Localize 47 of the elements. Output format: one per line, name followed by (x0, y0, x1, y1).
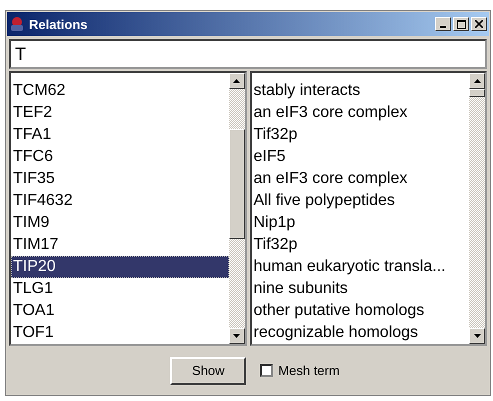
list-item[interactable]: nine subunits (252, 278, 469, 300)
minimize-button[interactable] (435, 17, 451, 31)
list-item[interactable]: human eukaryotic transla... (252, 256, 469, 278)
list-item[interactable]: other putative homologs (252, 300, 469, 322)
list-item[interactable]: TFA1 (11, 124, 228, 146)
maximize-icon (456, 20, 466, 28)
checkbox[interactable] (260, 364, 274, 377)
down-arrow-icon (474, 334, 480, 338)
list-item[interactable]: TEF2 (11, 102, 228, 124)
list-item[interactable]: an eIF3 core complex (252, 168, 469, 190)
list-item[interactable]: eIF5 (252, 146, 469, 168)
list-item[interactable]: TOF1 (11, 322, 228, 344)
up-arrow-icon (474, 79, 480, 83)
list-item[interactable]: an eIF3 core complex (252, 102, 469, 124)
list-item[interactable]: TLG1 (11, 278, 228, 300)
show-button[interactable]: Show (170, 356, 246, 384)
scroll-up-button[interactable] (228, 73, 244, 89)
close-button[interactable] (471, 17, 487, 31)
list-item[interactable]: TIM9 (11, 212, 228, 234)
scrollbar[interactable] (469, 73, 485, 344)
app-icon (9, 16, 25, 32)
list-item[interactable]: TIF4632 (11, 190, 228, 212)
up-arrow-icon (233, 79, 240, 83)
list-item[interactable]: stably interacts (252, 80, 469, 102)
list-item[interactable]: TFC6 (11, 146, 228, 168)
scroll-up-button[interactable] (469, 73, 485, 89)
search-field[interactable]: T (9, 39, 487, 69)
list-item[interactable]: Tif32p (252, 124, 469, 146)
list-item[interactable]: TCM62 (11, 80, 228, 102)
list-item[interactable]: TIM17 (11, 234, 228, 256)
list-item[interactable]: Tif32p (252, 234, 469, 256)
list-item[interactable]: TOA1 (11, 300, 228, 322)
list-item[interactable]: All five polypeptides (252, 190, 469, 212)
scrollbar[interactable] (228, 73, 244, 344)
list-item[interactable]: TIF35 (11, 168, 228, 190)
window-title: Relations (29, 16, 89, 32)
scroll-thumb[interactable] (469, 89, 485, 97)
down-arrow-icon (233, 334, 240, 338)
checkbox-label: Mesh term (278, 363, 340, 378)
scroll-down-button[interactable] (228, 328, 244, 344)
scroll-down-button[interactable] (469, 328, 485, 344)
list-item[interactable]: Nip1p (252, 212, 469, 234)
scroll-thumb[interactable] (228, 129, 244, 239)
maximize-button[interactable] (453, 17, 469, 31)
list-item[interactable]: recognizable homologs (252, 322, 469, 344)
close-icon (475, 20, 483, 28)
list-item[interactable]: TIP20 (11, 256, 228, 278)
